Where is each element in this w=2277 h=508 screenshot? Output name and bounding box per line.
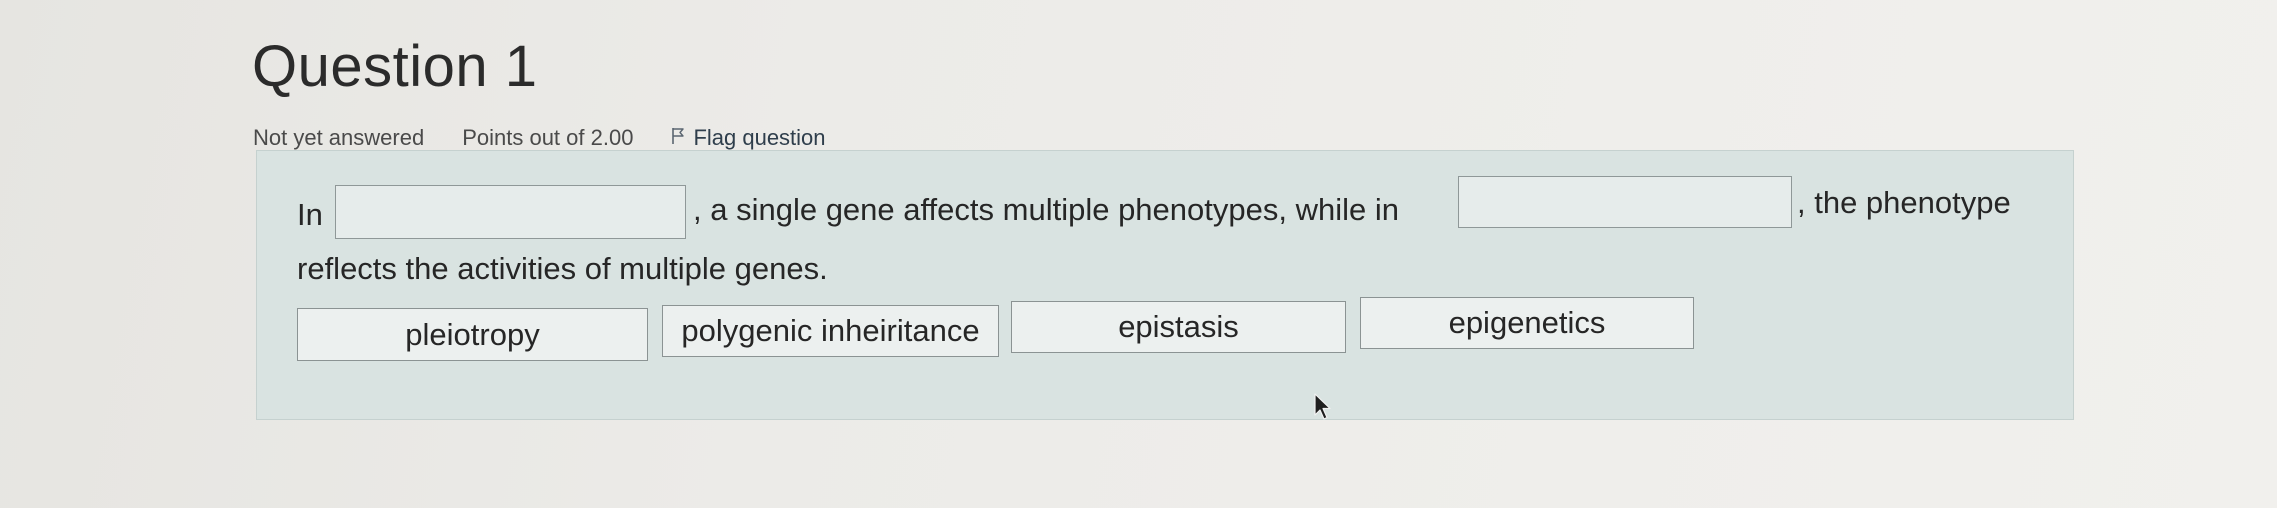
choice-epistasis[interactable]: epistasis (1011, 301, 1346, 353)
question-text-part3: , the phenotype (1797, 185, 2011, 220)
question-title: Question 1 (252, 34, 538, 99)
question-text-part4: reflects the activities of multiple gene… (297, 251, 828, 286)
question-status: Not yet answered (253, 125, 425, 150)
question-content: In , a single gene affects multiple phen… (256, 150, 2074, 420)
choice-polygenic-inheiritance[interactable]: polygenic inheiritance (662, 305, 999, 357)
question-info: Not yet answered Points out of 2.00 Flag… (253, 125, 826, 151)
flag-icon (671, 125, 693, 151)
question-points: Points out of 2.00 (462, 125, 634, 150)
flag-question-link[interactable]: Flag question (671, 125, 826, 151)
choice-pleiotropy[interactable]: pleiotropy (297, 308, 648, 361)
flag-question-label: Flag question (693, 125, 826, 150)
question-text-part1: In (297, 197, 323, 232)
drop-zone-1[interactable] (335, 185, 686, 239)
choice-epigenetics[interactable]: epigenetics (1360, 297, 1694, 349)
question-text-part2: , a single gene affects multiple phenoty… (693, 192, 1399, 227)
mouse-pointer-icon (1313, 392, 1333, 427)
drop-zone-2[interactable] (1458, 176, 1792, 228)
